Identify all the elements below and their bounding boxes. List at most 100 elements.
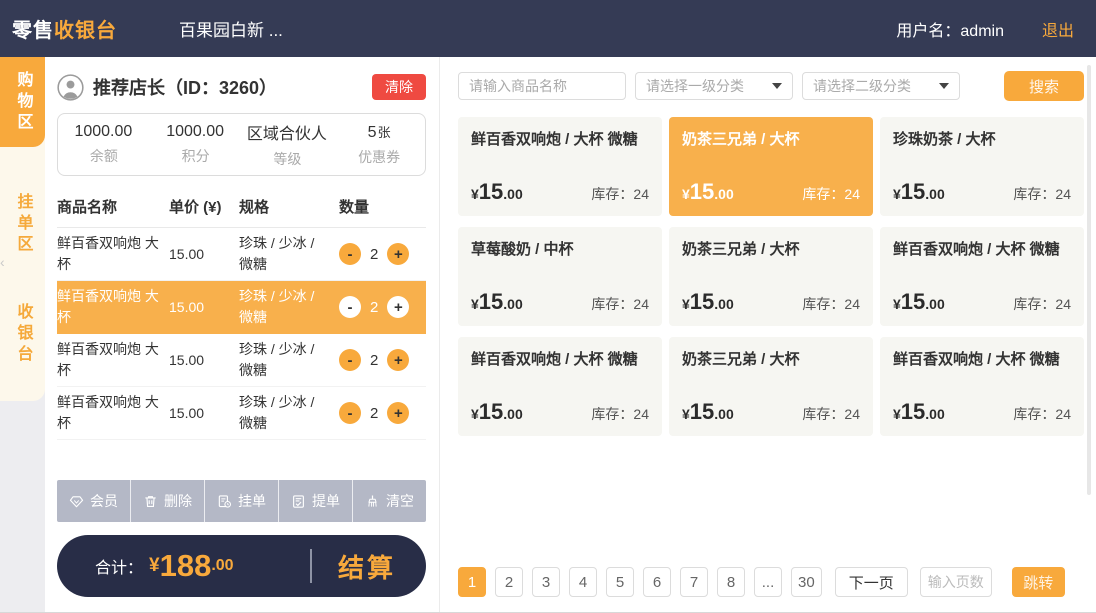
action-button[interactable]: 挂单 xyxy=(205,480,279,522)
chevron-down-icon xyxy=(772,83,782,89)
product-name: 鲜百香双响炮 / 大杯 微糖 xyxy=(471,127,649,153)
sidebar-tab[interactable]: 收银台 xyxy=(0,279,45,389)
sidebar-tab-label: 收银台 xyxy=(11,303,35,366)
action-label: 删除 xyxy=(164,491,192,511)
collapse-chevron-icon[interactable]: ‹ xyxy=(0,255,5,269)
cart-row[interactable]: 鲜百香双响炮 大杯 15.00 珍珠 / 少冰 / 微糖 - 2 + xyxy=(57,387,426,440)
cart-item-spec: 珍珠 / 少冰 / 微糖 xyxy=(239,233,339,275)
product-stock: 库存：24 xyxy=(802,184,860,204)
page-button[interactable]: 4 xyxy=(569,567,597,597)
sidebar-tab-label: 挂单区 xyxy=(11,193,35,256)
page-button[interactable]: ... xyxy=(754,567,782,597)
cart-actions-bar: 会员 删除 xyxy=(57,480,426,522)
pos-app: 零售收银台 百果园白新 ... 用户名：admin 退出 购物区 挂单区 收银台 xyxy=(0,0,1096,613)
page-number-input[interactable] xyxy=(920,567,992,597)
product-name: 鲜百香双响炮 / 大杯 微糖 xyxy=(893,347,1071,373)
product-card[interactable]: 鲜百香双响炮 / 大杯 微糖 ¥15.00 库存：24 xyxy=(880,227,1084,326)
increase-qty-button[interactable]: + xyxy=(387,349,409,371)
page-button[interactable]: 3 xyxy=(532,567,560,597)
category2-value: 请选择二级分类 xyxy=(813,76,911,96)
search-button[interactable]: 搜索 xyxy=(1004,71,1084,101)
stat-value: 1000.00 xyxy=(58,123,150,141)
action-label: 挂单 xyxy=(238,491,266,511)
total-currency: ¥ xyxy=(149,555,160,577)
product-card[interactable]: 鲜百香双响炮 / 大杯 微糖 ¥15.00 库存：24 xyxy=(458,117,662,216)
decrease-qty-button[interactable]: - xyxy=(339,402,361,424)
main-area: 购物区 挂单区 收银台 ‹ xyxy=(0,57,1096,612)
column-name: 商品名称 xyxy=(57,196,169,217)
clear-customer-button[interactable]: 清除 xyxy=(372,74,426,100)
product-stock: 库存：24 xyxy=(1013,294,1071,314)
pickup-order-icon xyxy=(291,494,306,509)
category1-value: 请选择一级分类 xyxy=(646,76,744,96)
jump-button[interactable]: 跳转 xyxy=(1012,567,1065,597)
action-button[interactable]: 会员 xyxy=(57,480,131,522)
stat-value: 区域合伙人 xyxy=(242,120,334,144)
cart-item-qty: 2 xyxy=(370,299,378,316)
stat-label: 优惠券 xyxy=(333,147,425,167)
cart-row[interactable]: 鲜百香双响炮 大杯 15.00 珍珠 / 少冰 / 微糖 - 2 + xyxy=(57,281,426,334)
checkout-button[interactable]: 结算 xyxy=(338,548,396,585)
filter-bar: 请选择一级分类 请选择二级分类 搜索 xyxy=(458,72,1084,100)
next-page-button[interactable]: 下一页 xyxy=(835,567,908,597)
sidebar-tab[interactable]: 挂单区 xyxy=(0,169,45,279)
sidebar-tab[interactable]: 购物区 xyxy=(0,57,45,147)
page-button[interactable]: 8 xyxy=(717,567,745,597)
product-card[interactable]: 奶茶三兄弟 / 大杯 ¥15.00 库存：24 xyxy=(669,227,873,326)
product-name: 奶茶三兄弟 / 大杯 xyxy=(682,127,860,153)
scrollbar[interactable] xyxy=(1087,65,1091,495)
increase-qty-button[interactable]: + xyxy=(387,243,409,265)
customer-stat: 1000.00 积分 xyxy=(150,123,242,166)
page-button[interactable]: 5 xyxy=(606,567,634,597)
product-price: ¥15.00 xyxy=(893,289,945,315)
product-name: 奶茶三兄弟 / 大杯 xyxy=(682,237,860,263)
customer-title: 推荐店长（ID：3260） xyxy=(93,74,277,100)
customer-stat: 区域合伙人 等级 xyxy=(242,120,334,169)
action-button[interactable]: 删除 xyxy=(131,480,205,522)
product-card[interactable]: 草莓酸奶 / 中杯 ¥15.00 库存：24 xyxy=(458,227,662,326)
column-qty: 数量 xyxy=(339,196,426,217)
increase-qty-button[interactable]: + xyxy=(387,402,409,424)
product-name: 鲜百香双响炮 / 大杯 微糖 xyxy=(893,237,1071,263)
left-section: 购物区 挂单区 收银台 ‹ xyxy=(0,57,440,612)
product-price: ¥15.00 xyxy=(682,179,734,205)
action-button[interactable]: 清空 xyxy=(353,480,426,522)
decrease-qty-button[interactable]: - xyxy=(339,296,361,318)
product-card[interactable]: 奶茶三兄弟 / 大杯 ¥15.00 库存：24 xyxy=(669,117,873,216)
product-price: ¥15.00 xyxy=(893,179,945,205)
cart-item-price: 15.00 xyxy=(169,299,239,315)
page-button[interactable]: 30 xyxy=(791,567,822,597)
sidebar-tab-label: 购物区 xyxy=(11,71,35,134)
product-stock: 库存：24 xyxy=(591,404,649,424)
cart-item-qty: 2 xyxy=(370,246,378,263)
page-button[interactable]: 1 xyxy=(458,567,486,597)
action-label: 提单 xyxy=(312,491,340,511)
increase-qty-button[interactable]: + xyxy=(387,296,409,318)
page-button[interactable]: 2 xyxy=(495,567,523,597)
category2-select[interactable]: 请选择二级分类 xyxy=(802,72,960,100)
product-card[interactable]: 珍珠奶茶 / 大杯 ¥15.00 库存：24 xyxy=(880,117,1084,216)
cart-row[interactable]: 鲜百香双响炮 大杯 15.00 珍珠 / 少冰 / 微糖 - 2 + xyxy=(57,228,426,281)
product-card[interactable]: 鲜百香双响炮 / 大杯 微糖 ¥15.00 库存：24 xyxy=(880,337,1084,436)
action-button[interactable]: 提单 xyxy=(279,480,353,522)
page-button[interactable]: 7 xyxy=(680,567,708,597)
decrease-qty-button[interactable]: - xyxy=(339,349,361,371)
sidebar-tab-group: 购物区 挂单区 收银台 xyxy=(0,57,45,401)
column-spec: 规格 xyxy=(239,196,339,217)
product-stock: 库存：24 xyxy=(591,294,649,314)
decrease-qty-button[interactable]: - xyxy=(339,243,361,265)
product-card[interactable]: 奶茶三兄弟 / 大杯 ¥15.00 库存：24 xyxy=(669,337,873,436)
category1-select[interactable]: 请选择一级分类 xyxy=(635,72,793,100)
product-stock: 库存：24 xyxy=(802,294,860,314)
product-price: ¥15.00 xyxy=(682,399,734,425)
page-button[interactable]: 6 xyxy=(643,567,671,597)
cart-table-header: 商品名称 单价 (¥) 规格 数量 xyxy=(57,188,426,228)
cart-item-qty: 2 xyxy=(370,405,378,422)
product-search-input[interactable] xyxy=(458,72,626,100)
column-price: 单价 (¥) xyxy=(169,196,239,217)
action-label: 会员 xyxy=(90,491,118,511)
logout-button[interactable]: 退出 xyxy=(1042,17,1074,41)
cart-row[interactable]: 鲜百香双响炮 大杯 15.00 珍珠 / 少冰 / 微糖 - 2 + xyxy=(57,334,426,387)
product-price: ¥15.00 xyxy=(471,289,523,315)
product-card[interactable]: 鲜百香双响炮 / 大杯 微糖 ¥15.00 库存：24 xyxy=(458,337,662,436)
